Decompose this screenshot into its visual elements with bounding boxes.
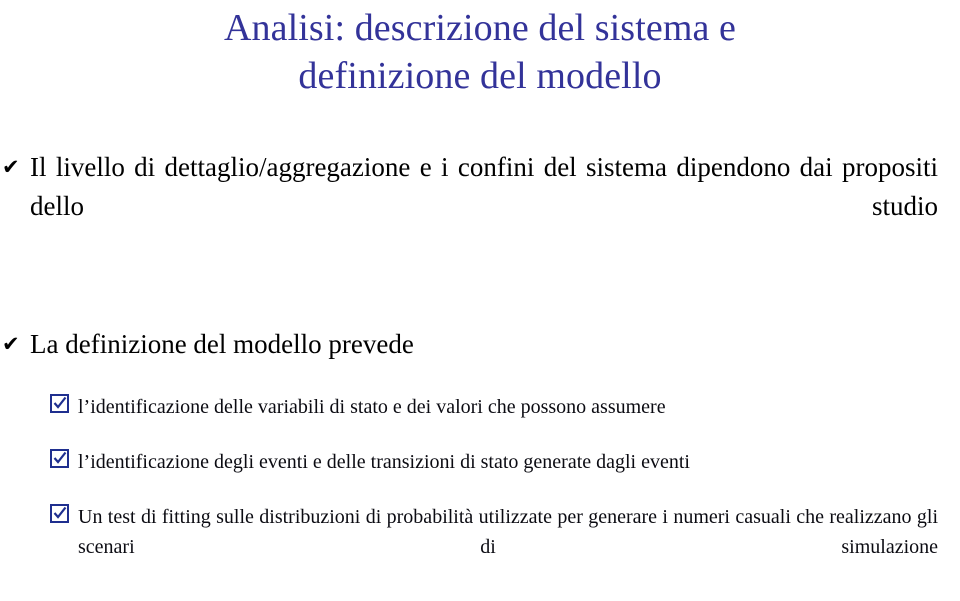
- bullet-level2-item-2: l’identificazione degli eventi e delle t…: [0, 447, 960, 477]
- spacer-after-bullet-2: [0, 364, 960, 392]
- check-mark-icon: ✔: [2, 332, 20, 356]
- slide-title-line-1: Analisi: descrizione del sistema e: [223, 7, 737, 49]
- bullet-level1-item-1-label: Il livello di dettaglio/aggregazione e i…: [30, 152, 938, 221]
- bullet-level2-item-3-label: Un test di fitting sulle distribuzioni d…: [78, 506, 938, 558]
- bullet-level2-item-1: l’identificazione delle variabili di sta…: [0, 392, 960, 422]
- spacer-after-bullet-1: [0, 265, 960, 325]
- checked-box-icon: [50, 449, 69, 468]
- slide-title: Analisi: descrizione del sistema e defin…: [40, 4, 920, 100]
- slide-canvas: Analisi: descrizione del sistema e defin…: [0, 0, 960, 601]
- slide-body: ✔ Il livello di dettaglio/aggregazione e…: [0, 148, 960, 592]
- bullet-level1-item-1: ✔ Il livello di dettaglio/aggregazione e…: [0, 148, 960, 265]
- bullet-level1-item-2-label: La definizione del modello prevede: [30, 329, 414, 359]
- checked-box-icon: [50, 504, 69, 523]
- check-mark-icon: ✔: [2, 155, 20, 179]
- bullet-level2-item-3: Un test di fitting sulle distribuzioni d…: [0, 502, 960, 592]
- bullet-level1-item-2: ✔ La definizione del modello prevede: [0, 325, 960, 364]
- bullet-level2-item-2-label: l’identificazione degli eventi e delle t…: [78, 451, 690, 473]
- bullet-level2-item-1-label: l’identificazione delle variabili di sta…: [78, 396, 666, 418]
- checked-box-icon: [50, 394, 69, 413]
- slide-title-line-2: definizione del modello: [298, 55, 662, 97]
